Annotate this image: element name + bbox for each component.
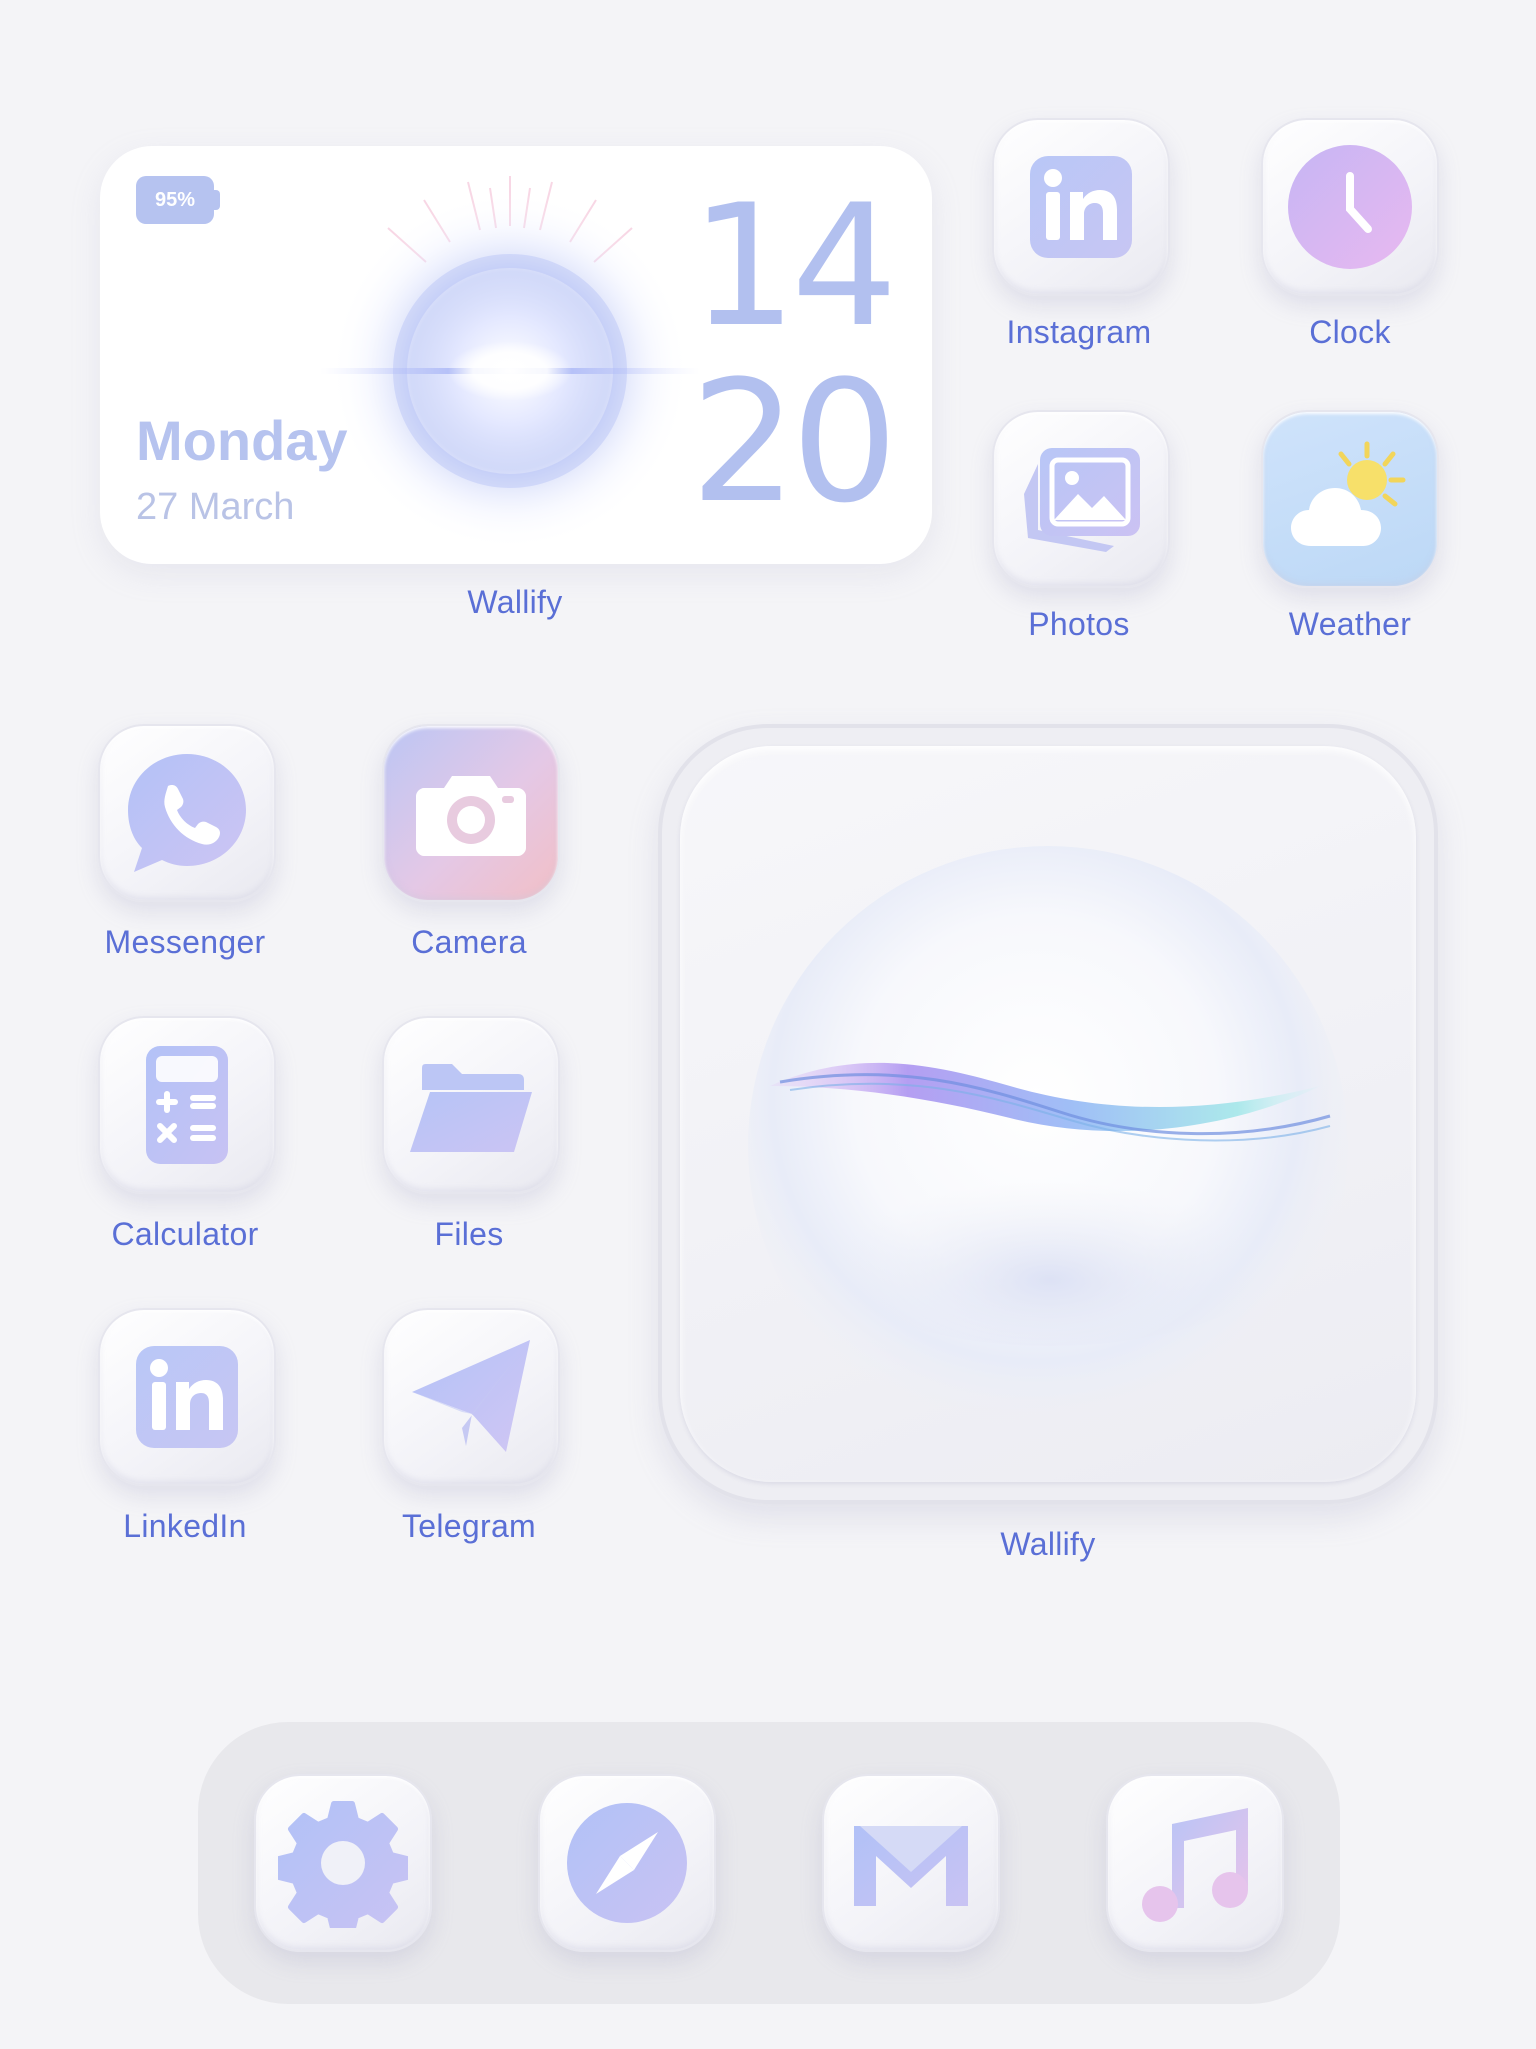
app-label-photos: Photos: [1028, 606, 1130, 642]
widget-frame: [680, 746, 1416, 1482]
app-icon-camera[interactable]: [382, 724, 560, 902]
app-icon-linkedin[interactable]: [98, 1308, 276, 1486]
phone-bubble-icon: [128, 754, 246, 872]
app-icon-weather[interactable]: [1261, 410, 1439, 588]
dock-app-music[interactable]: [1106, 1774, 1284, 1952]
app-icon-messenger[interactable]: [98, 724, 276, 902]
app-label-files: Files: [434, 1216, 504, 1252]
app-label-linkedin: LinkedIn: [123, 1508, 247, 1544]
app-label-messenger: Messenger: [104, 924, 266, 960]
app-label-camera: Camera: [411, 924, 527, 960]
dock-app-settings[interactable]: [254, 1774, 432, 1952]
app-label-calculator: Calculator: [111, 1216, 259, 1252]
app-icon-files[interactable]: [382, 1016, 560, 1194]
clock-minute: 20: [690, 344, 898, 540]
settings-gear-icon: [278, 1801, 408, 1928]
app-icon-instagram[interactable]: [992, 118, 1170, 296]
app-icon-calculator[interactable]: [98, 1016, 276, 1194]
dock-app-mail[interactable]: [822, 1774, 1000, 1952]
weather-icon: [1291, 441, 1406, 546]
app-label-clock: Clock: [1309, 314, 1391, 350]
paper-plane-icon: [412, 1340, 530, 1452]
app-icon-telegram[interactable]: [382, 1308, 560, 1486]
dock-app-browser[interactable]: [538, 1774, 716, 1952]
compass-icon: [567, 1803, 687, 1923]
calculator-icon: [146, 1046, 228, 1164]
camera-icon: [416, 776, 526, 856]
app-label-telegram: Telegram: [401, 1508, 536, 1544]
date-label: 27 March: [136, 486, 295, 528]
linkedin-icon: [136, 1346, 238, 1448]
app-label-weather: Weather: [1288, 606, 1412, 642]
battery-indicator: 95%: [136, 176, 214, 224]
linkedin-in-icon: [1030, 156, 1132, 258]
wallify-widget-large-label: Wallify: [1000, 1526, 1096, 1562]
folder-icon: [410, 1064, 532, 1152]
app-icon-clock[interactable]: [1261, 118, 1439, 296]
clock-hour: 14: [690, 168, 898, 364]
clock-widget[interactable]: 95% 14 20 Monday 27 March: [100, 146, 932, 564]
app-icon-photos[interactable]: [992, 410, 1170, 588]
sphere-wave-graphic: [748, 846, 1348, 1446]
clock-icon: [1288, 145, 1412, 269]
app-label-instagram: Instagram: [1006, 314, 1152, 350]
battery-tip: [214, 190, 220, 210]
weekday-label: Monday: [136, 409, 348, 472]
photos-icon: [1024, 448, 1140, 552]
music-note-icon: [1142, 1808, 1248, 1922]
clock-widget-label: Wallify: [467, 584, 563, 620]
wallify-widget-large[interactable]: [658, 724, 1438, 1504]
mail-icon: [854, 1826, 968, 1906]
